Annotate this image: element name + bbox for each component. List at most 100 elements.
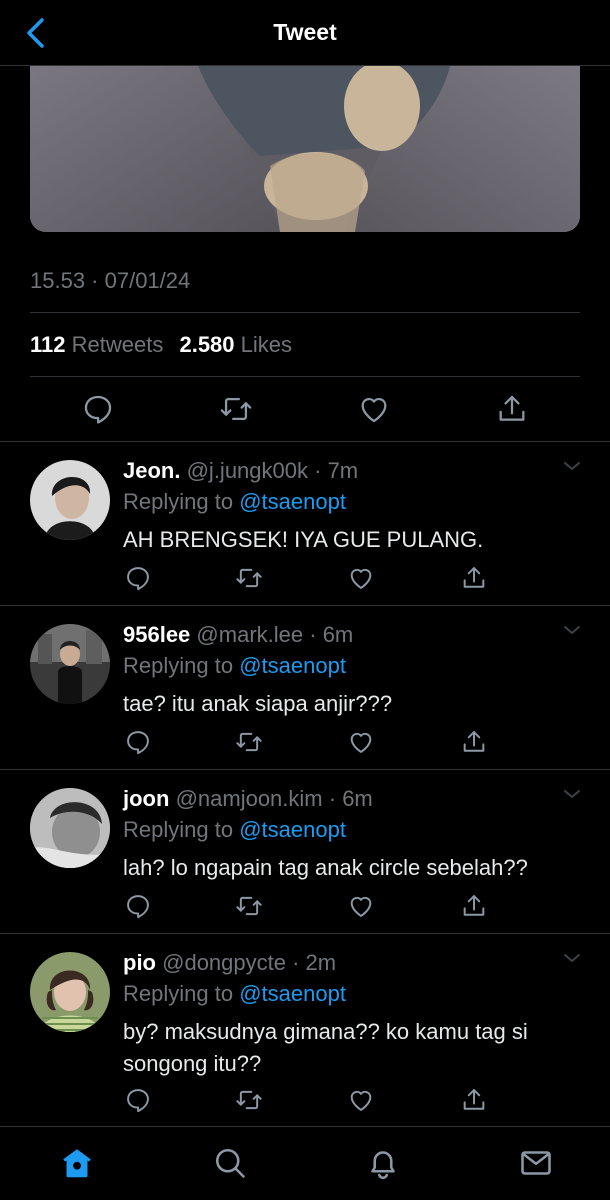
retweet-icon	[236, 732, 262, 752]
more-options-button[interactable]	[560, 948, 584, 968]
reply-action-bar	[0, 728, 610, 760]
avatar[interactable]	[30, 788, 110, 868]
reply-icon	[84, 395, 112, 424]
mention-link[interactable]: @tsaenopt	[239, 817, 346, 842]
heart-icon	[350, 896, 372, 917]
more-options-button[interactable]	[560, 784, 584, 804]
share-icon	[463, 731, 485, 752]
display-name[interactable]: pio	[123, 950, 156, 975]
share-icon	[463, 895, 485, 916]
likes-count[interactable]: 2.580	[179, 332, 234, 357]
share-icon	[463, 567, 485, 588]
user-handle[interactable]: @j.jungk00k	[187, 458, 308, 483]
notifications-icon	[371, 1151, 395, 1180]
user-handle[interactable]: @namjoon.kim	[176, 786, 323, 811]
retweet-icon	[220, 397, 252, 421]
share-icon	[499, 395, 525, 421]
more-options-button[interactable]	[560, 456, 584, 476]
reply-button[interactable]	[124, 728, 152, 756]
more-options-button[interactable]	[560, 620, 584, 640]
share-button[interactable]	[460, 892, 488, 920]
avatar[interactable]	[30, 460, 110, 540]
reply-button[interactable]	[124, 564, 152, 592]
heart-icon	[350, 732, 372, 753]
reply-time: · 2m	[292, 950, 337, 975]
reply-text: AH BRENGSEK! IYA GUE PULANG.	[123, 527, 484, 552]
tweet-stats: 112 Retweets 2.580 Likes	[30, 332, 302, 358]
reply-header: 956lee @mark.lee · 6m	[123, 622, 353, 648]
reply-header: Jeon. @j.jungk00k · 7m	[123, 458, 358, 484]
replying-label: Replying to	[123, 981, 234, 1006]
heart-icon	[350, 568, 372, 589]
replying-to: Replying to @tsaenopt	[123, 981, 346, 1007]
like-button[interactable]	[347, 728, 375, 756]
tab-home[interactable]	[59, 1145, 95, 1181]
reply-button[interactable]	[124, 892, 152, 920]
display-name[interactable]: 956lee	[123, 622, 190, 647]
reply-action-bar	[0, 564, 610, 596]
user-handle[interactable]: @dongpycte	[162, 950, 286, 975]
tab-notifications[interactable]	[365, 1145, 401, 1181]
share-button[interactable]	[495, 392, 529, 426]
user-handle[interactable]: @mark.lee	[196, 622, 303, 647]
retweet-button[interactable]	[235, 892, 263, 920]
share-button[interactable]	[460, 728, 488, 756]
reply-time: · 6m	[309, 622, 354, 647]
tab-messages[interactable]	[518, 1145, 554, 1181]
like-button[interactable]	[347, 1086, 375, 1114]
like-button[interactable]	[347, 564, 375, 592]
search-icon	[215, 1148, 245, 1178]
display-name[interactable]: joon	[123, 786, 169, 811]
retweets-label[interactable]: Retweets	[72, 332, 164, 357]
tweet-media-image[interactable]	[30, 66, 580, 232]
chevron-down-icon	[564, 954, 580, 962]
retweet-icon	[236, 896, 262, 916]
divider	[30, 312, 580, 313]
mention-link[interactable]: @tsaenopt	[239, 653, 346, 678]
replying-label: Replying to	[123, 817, 234, 842]
reply-icon	[127, 1089, 149, 1113]
reply-icon	[127, 567, 149, 591]
reply-tweet[interactable]: pio @dongpycte · 2m Replying to @tsaenop…	[0, 934, 610, 1126]
reply-tweet[interactable]: joon @namjoon.kim · 6m Replying to @tsae…	[0, 770, 610, 934]
share-button[interactable]	[460, 1086, 488, 1114]
tweet-timestamp: 15.53 · 07/01/24	[30, 268, 191, 293]
retweet-icon	[236, 568, 262, 588]
retweet-button[interactable]	[235, 1086, 263, 1114]
heart-icon	[361, 398, 387, 423]
retweets-count[interactable]: 112	[30, 332, 66, 357]
retweet-button[interactable]	[219, 392, 253, 426]
heart-icon	[350, 1090, 372, 1111]
reply-tweet[interactable]: 956lee @mark.lee · 6m Replying to @tsaen…	[0, 606, 610, 770]
tweet-action-bar	[0, 390, 610, 430]
reply-time: · 6m	[328, 786, 373, 811]
bottom-tab-bar	[0, 1126, 610, 1200]
share-button[interactable]	[460, 564, 488, 592]
reply-button[interactable]	[124, 1086, 152, 1114]
retweet-button[interactable]	[235, 728, 263, 756]
photo-illustration	[30, 66, 580, 232]
reply-button[interactable]	[81, 392, 115, 426]
avatar[interactable]	[30, 624, 110, 704]
retweet-button[interactable]	[235, 564, 263, 592]
reply-tweet[interactable]: Jeon. @j.jungk00k · 7m Replying to @tsae…	[0, 442, 610, 606]
mention-link[interactable]: @tsaenopt	[239, 489, 346, 514]
tab-search[interactable]	[212, 1145, 248, 1181]
reply-text: by? maksudnya gimana?? ko kamu tag si so…	[123, 1019, 528, 1076]
share-icon	[463, 1089, 485, 1110]
reply-header: pio @dongpycte · 2m	[123, 950, 336, 976]
avatar[interactable]	[30, 952, 110, 1032]
page-title: Tweet	[273, 19, 337, 45]
reply-text: tae? itu anak siapa anjir???	[123, 691, 393, 716]
mention-link[interactable]: @tsaenopt	[239, 981, 346, 1006]
replying-to: Replying to @tsaenopt	[123, 817, 346, 843]
reply-text: lah? lo ngapain tag anak circle sebelah?…	[123, 855, 528, 880]
like-button[interactable]	[347, 892, 375, 920]
display-name[interactable]: Jeon.	[123, 458, 180, 483]
messages-icon	[521, 1151, 551, 1175]
top-nav-bar: Tweet	[0, 0, 610, 66]
likes-label[interactable]: Likes	[241, 332, 292, 357]
like-button[interactable]	[357, 392, 391, 426]
chevron-down-icon	[564, 790, 580, 798]
reply-action-bar	[0, 1086, 610, 1118]
